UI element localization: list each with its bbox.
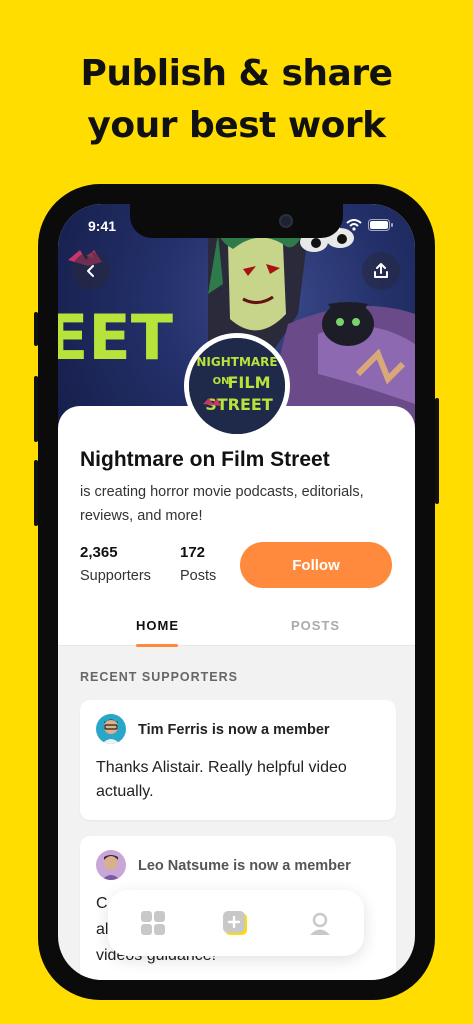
wifi-icon xyxy=(346,219,362,231)
profile-icon[interactable] xyxy=(307,910,333,936)
tab-home[interactable]: HOME xyxy=(136,618,179,633)
share-button[interactable] xyxy=(362,252,400,290)
app-screen: EET 9:41 NIGHTMARE ON FILM STREET Nightm… xyxy=(58,204,415,980)
supporters-count: 2,365 xyxy=(80,544,118,561)
avatar xyxy=(96,714,126,744)
phone-frame: EET 9:41 NIGHTMARE ON FILM STREET Nightm… xyxy=(34,184,439,1000)
logo-text-nightmare: NIGHTMARE xyxy=(196,355,277,369)
phone-power-button xyxy=(435,398,439,504)
phone-volume-down xyxy=(34,460,38,526)
creator-logo: NIGHTMARE ON FILM STREET xyxy=(189,338,285,434)
status-time: 9:41 xyxy=(88,218,117,234)
follow-button[interactable]: Follow xyxy=(240,542,392,588)
logo-text-film: FILM xyxy=(228,373,271,392)
phone-notch xyxy=(130,204,343,238)
profile-tabs: HOME POSTS xyxy=(58,604,415,647)
creator-description: is creating horror movie podcasts, edito… xyxy=(80,484,364,524)
headline: Publish & share your best work xyxy=(0,48,473,152)
camera-icon xyxy=(279,214,293,228)
recent-supporters-heading: RECENT SUPPORTERS xyxy=(80,670,238,684)
creator-name: Nightmare on Film Street xyxy=(80,448,330,471)
headline-line-2: your best work xyxy=(87,105,386,146)
posts-label: Posts xyxy=(180,568,217,584)
share-icon xyxy=(374,263,388,278)
headline-line-1: Publish & share xyxy=(80,53,394,94)
active-tab-indicator xyxy=(136,644,178,647)
battery-icon xyxy=(368,219,393,231)
posts-count: 172 xyxy=(180,544,206,561)
add-icon[interactable] xyxy=(222,910,248,936)
supporter-message: Thanks Alistair. Really helpful video ac… xyxy=(96,759,347,800)
supporters-label: Supporters xyxy=(80,568,151,584)
back-arrow-icon xyxy=(87,265,94,277)
phone-volume-up xyxy=(34,376,38,442)
avatar xyxy=(96,850,126,880)
grid-icon[interactable] xyxy=(140,910,166,936)
back-button[interactable] xyxy=(72,252,110,290)
supporter-title: Leo Natsume is now a member xyxy=(138,858,351,874)
tab-posts[interactable]: POSTS xyxy=(291,618,340,633)
bottom-nav xyxy=(108,890,364,956)
supporter-title: Tim Ferris is now a member xyxy=(138,722,330,738)
banner-text: EET xyxy=(58,301,173,374)
supporter-card[interactable]: Tim Ferris is now a member Thanks Alista… xyxy=(80,700,396,820)
creator-avatar[interactable]: NIGHTMARE ON FILM STREET xyxy=(184,333,290,439)
phone-side-button xyxy=(34,312,38,346)
